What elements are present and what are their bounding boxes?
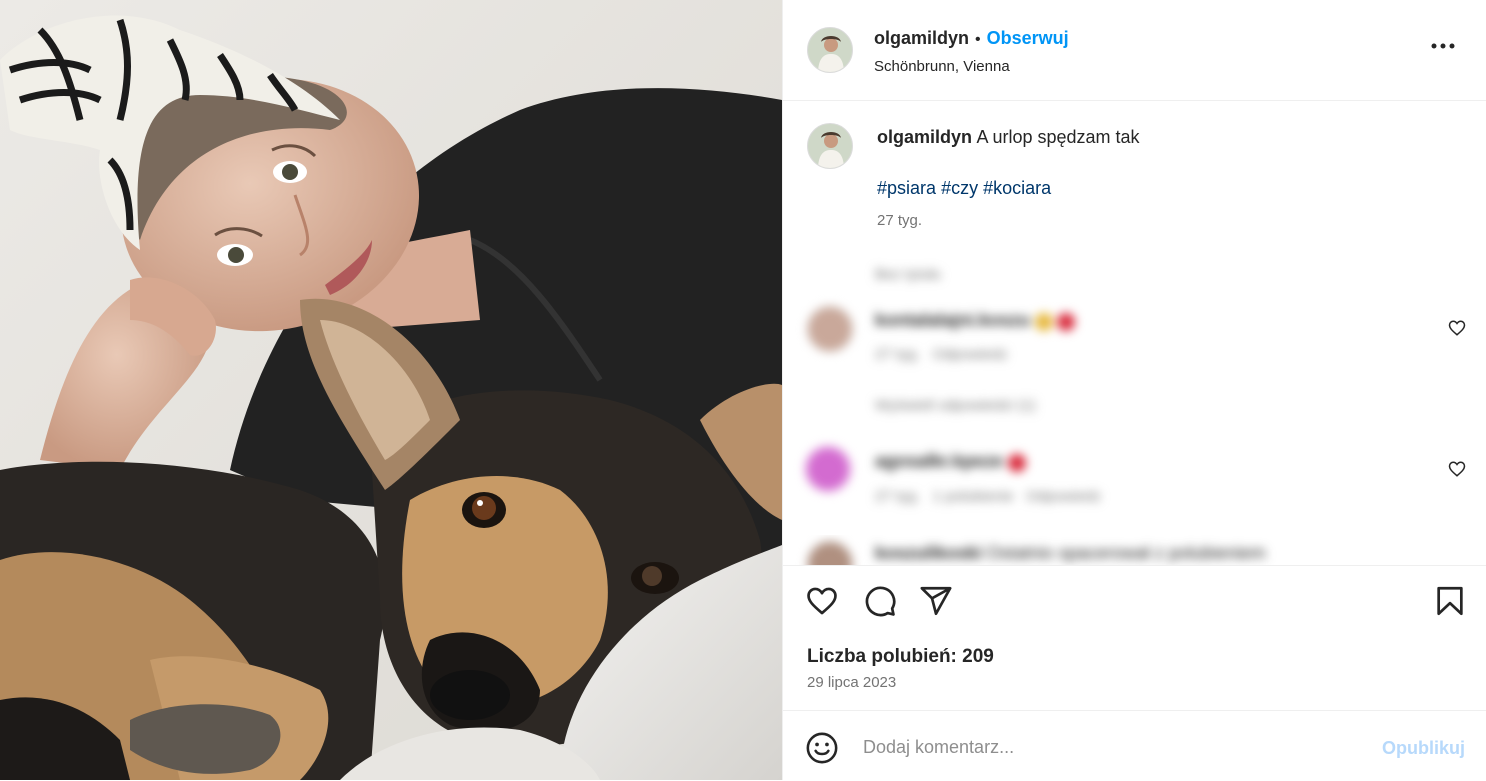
comment-item-cutoff: koszulikoski Ostatnio spacerował z polub… (783, 535, 1486, 565)
paper-plane-icon[interactable] (919, 584, 953, 618)
comment-avatar[interactable] (807, 541, 853, 565)
caption-username[interactable]: olgamildyn (877, 127, 972, 147)
comment-item: kontalalajni.koszu (875, 310, 1075, 331)
comment-text: Ostatnio spacerował z polubieniem (986, 543, 1266, 563)
post-side-panel: olgamildyn • Obserwuj Schönbrunn, Vienna o… (782, 0, 1486, 780)
hashtag-link[interactable]: #kociara (983, 178, 1051, 198)
caption-avatar[interactable] (807, 123, 853, 169)
more-horizontal-icon[interactable] (1429, 32, 1457, 60)
comment-bar: Opublikuj (783, 710, 1486, 781)
caption-age: 27 tyg. (877, 212, 923, 229)
view-replies[interactable]: Wyświetl odpowiedzi (1) (875, 397, 1036, 414)
follow-button[interactable]: Obserwuj (987, 28, 1069, 48)
hashtag-link[interactable]: #psiara (877, 178, 936, 198)
comment-like-heart-icon[interactable] (1448, 460, 1466, 478)
comment-avatar[interactable] (805, 446, 851, 492)
likes-count[interactable]: Liczba polubień: 209 (807, 646, 994, 668)
heart-emoji-icon (1007, 453, 1026, 472)
author-username[interactable]: olgamildyn (874, 28, 969, 48)
avatar-image (808, 28, 852, 72)
heart-emoji-icon (1056, 312, 1075, 331)
caption: olgamildyn A urlop spędzam tak (877, 127, 1140, 148)
comment-bubble-icon[interactable] (863, 584, 897, 618)
post-date: 29 lipca 2023 (807, 674, 897, 691)
comment-like-heart-icon[interactable] (1448, 319, 1466, 337)
photo-woman-with-dog (0, 0, 782, 780)
post-header: olgamildyn • Obserwuj Schönbrunn, Vienna (783, 0, 1486, 101)
post-location[interactable]: Schönbrunn, Vienna (874, 58, 1010, 75)
avatar-image (808, 124, 852, 168)
comment-username[interactable]: koszulikoski (875, 543, 982, 563)
comment-username[interactable]: kontalalajni.koszu (875, 310, 1030, 330)
emoji-icon (1034, 312, 1053, 331)
comment-avatar[interactable] (807, 306, 853, 352)
hidden-label: Bez tytułu (875, 266, 941, 283)
comment-meta[interactable]: 27 tyg. 1 polubienie Odpowiedz (875, 488, 1101, 505)
caption-hashtags: #psiara #czy #kociara (877, 178, 1051, 199)
emoji-smile-icon[interactable] (805, 731, 839, 765)
separator-dot: • (975, 31, 981, 48)
heart-icon[interactable] (805, 584, 839, 618)
comment-input[interactable] (863, 737, 1343, 758)
author-avatar[interactable] (807, 27, 853, 73)
comment-username[interactable]: agosalkr.kpeze (875, 451, 1003, 471)
publish-button[interactable]: Opublikuj (1382, 738, 1465, 759)
comment-item: agosalkr.kpeze (875, 451, 1026, 472)
comment-meta[interactable]: 27 tyg. Odpowiedz (875, 346, 1008, 363)
caption-text: A urlop spędzam tak (976, 127, 1140, 147)
post-actions: Liczba polubień: 209 29 lipca 2023 (783, 565, 1486, 711)
hashtag-link[interactable]: #czy (941, 178, 978, 198)
post-photo[interactable] (0, 0, 782, 780)
bookmark-icon[interactable] (1433, 584, 1467, 618)
